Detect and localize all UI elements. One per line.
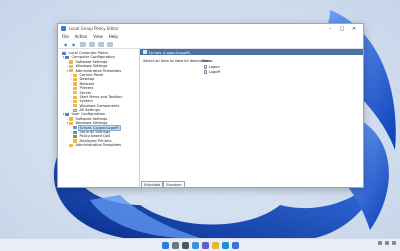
folder-icon <box>69 143 73 147</box>
folder-icon <box>69 121 73 126</box>
shield-icon <box>73 130 77 134</box>
wifi-icon[interactable] <box>385 241 389 245</box>
view-tabs: Extended Standard <box>141 181 185 187</box>
navigation-tree: Local Computer Policy ▾ Computer Configura… <box>58 49 140 187</box>
menu-action[interactable]: Action <box>75 34 88 39</box>
folder-icon <box>73 86 77 90</box>
folder-icon <box>73 82 77 86</box>
window-title: Local Group Policy Editor <box>69 26 119 31</box>
computer-icon <box>62 51 66 55</box>
list-item-label: Logoff <box>208 70 220 74</box>
item-description: Select an item to view its description. <box>143 59 211 63</box>
script-doc-icon <box>204 70 208 74</box>
folder-icon <box>73 139 77 143</box>
properties-icon[interactable] <box>98 41 104 47</box>
folder-up-icon[interactable] <box>80 41 86 47</box>
folder-icon <box>73 91 77 95</box>
folder-icon <box>69 69 73 73</box>
computer-icon <box>65 113 69 117</box>
tab-standard[interactable]: Standard <box>163 181 185 187</box>
edge-icon[interactable] <box>221 241 229 249</box>
task-view-icon[interactable] <box>181 241 189 249</box>
show-hide-tree-icon[interactable] <box>89 41 95 47</box>
start-icon[interactable] <box>161 241 169 249</box>
script-icon <box>73 126 77 130</box>
tab-extended[interactable]: Extended <box>141 181 164 187</box>
menu-help[interactable]: Help <box>109 34 118 39</box>
minimize-button[interactable]: – <box>324 24 336 33</box>
script-doc-icon <box>204 65 208 69</box>
back-arrow-icon[interactable]: ◀ <box>62 42 68 47</box>
system-tray <box>378 241 396 245</box>
maximize-button[interactable]: □ <box>336 24 348 33</box>
store-icon[interactable] <box>231 241 239 249</box>
list-item-label: Logon <box>208 65 220 69</box>
console-content: Local Computer Policy ▾ Computer Configura… <box>58 49 363 187</box>
list-item-logoff[interactable]: Logoff <box>204 70 220 74</box>
search-icon[interactable] <box>171 241 179 249</box>
details-header-title: Scripts (Logon/Logoff) <box>148 49 191 55</box>
folder-icon <box>69 60 73 64</box>
menu-file[interactable]: File <box>62 34 69 39</box>
list-item-logon[interactable]: Logon <box>204 65 220 69</box>
folder-icon <box>73 77 77 82</box>
help-icon[interactable] <box>107 41 113 47</box>
menu-bar: File Action View Help <box>58 33 363 40</box>
file-explorer-icon[interactable] <box>211 241 219 249</box>
folder-icon <box>73 104 77 108</box>
folder-icon <box>73 99 77 104</box>
folder-icon <box>69 64 73 68</box>
tree-node-label: Administrative Templates <box>75 143 122 148</box>
app-icon <box>61 26 66 31</box>
name-column-header[interactable]: Name <box>202 59 213 63</box>
details-body: Select an item to view its description. … <box>140 55 363 180</box>
folder-icon <box>69 117 73 121</box>
group-policy-editor-window: Local Group Policy Editor – □ ✕ File Act… <box>57 23 364 188</box>
chat-icon[interactable] <box>201 241 209 249</box>
folder-icon <box>73 95 77 99</box>
volume-icon[interactable] <box>392 241 396 245</box>
taskbar-icons <box>0 239 400 251</box>
script-icon <box>143 50 147 54</box>
tree-node[interactable]: › Administrative Templates <box>58 143 139 147</box>
computer-icon <box>65 55 69 60</box>
toolbar: ◀ ▶ <box>58 40 363 49</box>
close-button[interactable]: ✕ <box>348 24 360 33</box>
taskbar <box>0 238 400 251</box>
menu-view[interactable]: View <box>93 34 103 39</box>
forward-arrow-icon[interactable]: ▶ <box>71 42 77 47</box>
doc-icon <box>73 108 77 112</box>
title-bar[interactable]: Local Group Policy Editor – □ ✕ <box>58 24 363 33</box>
details-pane: Scripts (Logon/Logoff) Select an item to… <box>140 49 363 187</box>
chart-icon <box>73 135 77 139</box>
widgets-icon[interactable] <box>191 241 199 249</box>
chevron-up-icon[interactable] <box>378 241 382 245</box>
folder-icon <box>73 73 77 77</box>
